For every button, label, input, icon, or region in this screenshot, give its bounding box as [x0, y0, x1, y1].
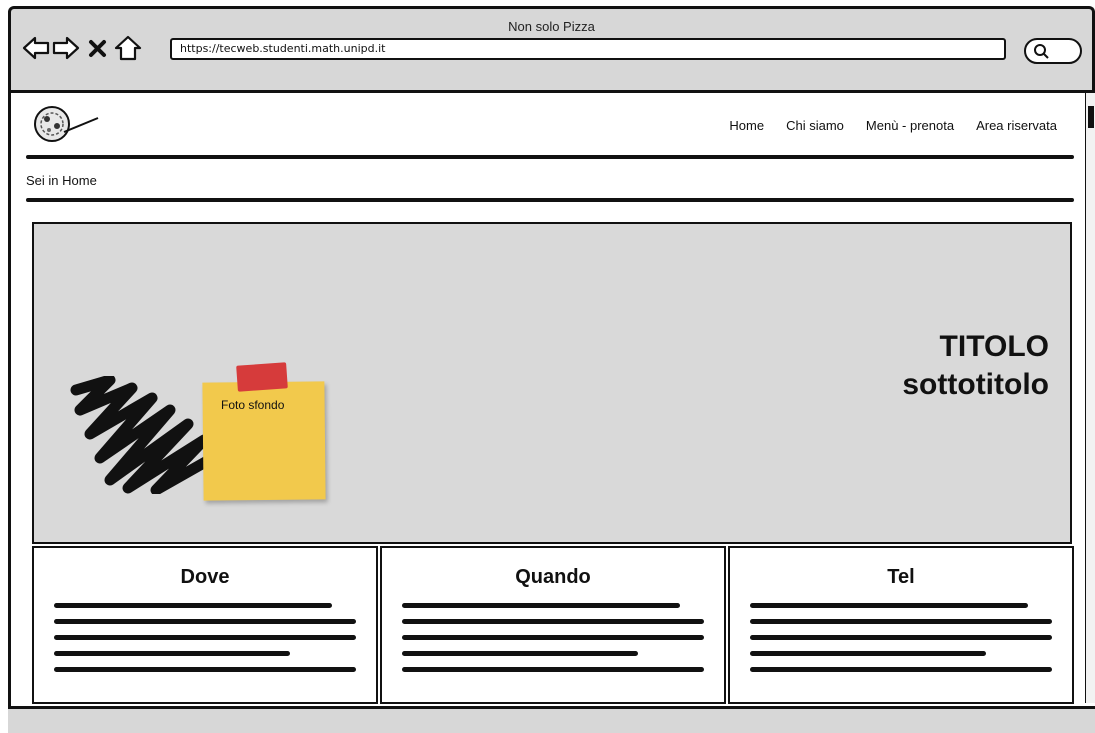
top-navigation: Home Chi siamo Menù - prenota Area riser…	[729, 118, 1057, 133]
back-arrow-icon[interactable]	[22, 34, 50, 62]
nav-chi-siamo[interactable]: Chi siamo	[786, 118, 844, 133]
search-icon	[1034, 44, 1049, 59]
nav-menu-prenota[interactable]: Menù - prenota	[866, 118, 954, 133]
close-icon[interactable]	[84, 34, 112, 62]
search-button[interactable]	[1024, 38, 1082, 64]
placeholder-text	[750, 603, 1052, 683]
nav-area-riservata[interactable]: Area riservata	[976, 118, 1057, 133]
hero-heading: TITOLO sottotitolo	[902, 328, 1049, 404]
info-box-tel: Tel	[728, 546, 1074, 704]
url-bar[interactable]: https://tecweb.studenti.math.unipd.it	[170, 38, 1006, 60]
scrollbar-thumb[interactable]	[1088, 106, 1094, 128]
breadcrumb: Sei in Home	[26, 173, 97, 188]
box-title: Quando	[515, 566, 591, 588]
forward-arrow-icon[interactable]	[52, 34, 80, 62]
sticky-note-label: Foto sfondo	[221, 398, 285, 412]
info-box-dove: Dove	[32, 546, 378, 704]
box-title: Tel	[887, 566, 915, 588]
info-box-quando: Quando	[380, 546, 726, 704]
nav-home[interactable]: Home	[729, 118, 764, 133]
header-divider	[26, 155, 1074, 159]
breadcrumb-divider	[26, 198, 1074, 202]
background-photo-placeholder	[70, 376, 220, 494]
logo-icon	[34, 106, 99, 142]
placeholder-text	[54, 603, 356, 683]
placeholder-text	[402, 603, 704, 683]
hero-subtitle: sottotitolo	[902, 368, 1049, 401]
status-bar	[8, 706, 1095, 733]
window-title: Non solo Pizza	[508, 19, 595, 34]
vertical-scrollbar[interactable]	[1085, 93, 1095, 703]
hero-title: TITOLO	[939, 330, 1049, 363]
box-title: Dove	[180, 566, 230, 588]
home-icon[interactable]	[114, 34, 142, 62]
sticky-note-tape	[236, 362, 288, 392]
